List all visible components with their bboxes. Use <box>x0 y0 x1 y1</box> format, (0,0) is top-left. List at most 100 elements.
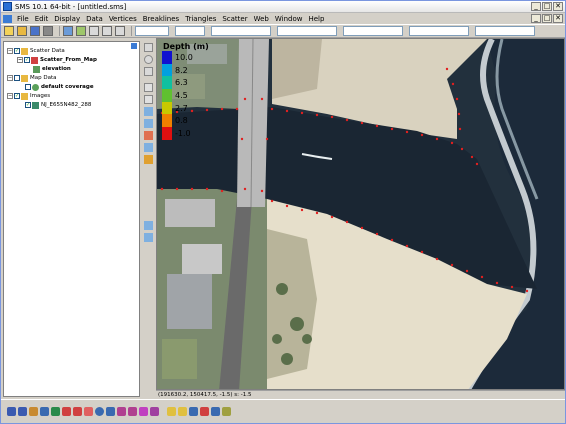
tools-icon[interactable] <box>189 407 198 416</box>
coordinate-readout: (191630.2, 150417.5, -1.5) s: -1.5 <box>158 392 252 398</box>
units-dropdown[interactable] <box>475 26 535 36</box>
pan-tool-icon[interactable] <box>144 67 153 76</box>
visibility-checkbox[interactable] <box>14 75 20 81</box>
zoom-tool-icon[interactable] <box>144 55 153 64</box>
refresh-icon[interactable] <box>115 26 125 36</box>
breakline-icon[interactable] <box>144 119 153 128</box>
display-options-icon[interactable] <box>102 26 112 36</box>
contour-icon[interactable] <box>144 131 153 140</box>
node-module-icon[interactable] <box>106 407 115 416</box>
zoom-icon[interactable] <box>76 26 86 36</box>
doc-close-button[interactable]: ✕ <box>553 14 563 23</box>
stop-icon[interactable] <box>200 407 209 416</box>
select-vertex-icon[interactable] <box>144 83 153 92</box>
transform-icon[interactable] <box>144 233 153 242</box>
tree-item-scatter-data[interactable]: − ✓ Scatter Data <box>7 47 65 55</box>
menu-web[interactable]: Web <box>251 15 272 23</box>
menu-breaklines[interactable]: Breaklines <box>140 15 182 23</box>
menu-triangles[interactable]: Triangles <box>182 15 219 23</box>
tree-item-elevation[interactable]: elevation <box>33 65 71 73</box>
menu-vertices[interactable]: Vertices <box>106 15 140 23</box>
mesh-module-icon[interactable] <box>7 407 16 416</box>
legend-swatch <box>162 127 172 140</box>
tree-item-nj-image[interactable]: ✓ NJ_E655N482_288 <box>25 101 91 109</box>
collapse-icon[interactable]: − <box>17 57 23 63</box>
save-icon[interactable] <box>30 26 40 36</box>
visibility-checkbox[interactable]: ✓ <box>14 48 20 54</box>
frame-icon[interactable] <box>89 26 99 36</box>
menu-window[interactable]: Window <box>272 15 306 23</box>
window-title: SMS 10.1 64-bit - [untitled.sms] <box>15 2 127 11</box>
collapse-icon[interactable]: − <box>7 93 13 99</box>
model-check-icon[interactable] <box>211 407 220 416</box>
timestep-dropdown[interactable] <box>277 26 337 36</box>
doc-restore-button[interactable]: □ <box>542 14 552 23</box>
select-tool-icon[interactable] <box>144 43 153 52</box>
grid-module-icon[interactable] <box>18 407 27 416</box>
select-triangle-icon[interactable] <box>144 107 153 116</box>
document-icon[interactable] <box>3 14 12 23</box>
tree-item-images[interactable]: − ✓ Images <box>7 92 50 100</box>
menu-edit[interactable]: Edit <box>32 15 52 23</box>
menu-display[interactable]: Display <box>51 15 83 23</box>
toolbar-separator <box>59 26 60 36</box>
tree-item-scatter-from-map[interactable]: − ✓ Scatter_From_Map <box>17 56 97 64</box>
scatter-module-icon[interactable] <box>29 407 38 416</box>
menu-help[interactable]: Help <box>305 15 327 23</box>
delete-icon[interactable] <box>43 26 53 36</box>
module-dropdown[interactable] <box>135 26 169 36</box>
minimize-button[interactable]: _ <box>531 2 541 11</box>
coverage-dropdown[interactable] <box>343 26 403 36</box>
quadtree-module-icon[interactable] <box>73 407 82 416</box>
close-button[interactable]: ✕ <box>553 2 563 11</box>
particle-module-icon[interactable] <box>51 407 60 416</box>
legend-label: 0.8 <box>175 116 188 126</box>
menu-bar: File Edit Display Data Vertices Breaklin… <box>1 13 565 24</box>
map-module-icon[interactable] <box>40 407 49 416</box>
shrub <box>302 334 312 344</box>
collapse-icon[interactable]: − <box>7 75 13 81</box>
model-dropdown[interactable] <box>175 26 205 36</box>
cell-module-icon[interactable] <box>117 407 126 416</box>
run-icon[interactable] <box>222 407 231 416</box>
pin-icon[interactable] <box>131 43 137 49</box>
sun-icon[interactable] <box>178 407 187 416</box>
menu-scatter[interactable]: Scatter <box>219 15 250 23</box>
swap-edge-icon[interactable] <box>144 155 153 164</box>
lidar-module-icon[interactable] <box>128 407 137 416</box>
visibility-checkbox[interactable]: ✓ <box>24 57 30 63</box>
raster-module-icon[interactable] <box>139 407 148 416</box>
shrub <box>290 317 304 331</box>
legend-swatch <box>162 114 172 128</box>
new-icon[interactable] <box>4 26 14 36</box>
menu-file[interactable]: File <box>14 15 32 23</box>
building <box>162 339 197 379</box>
maximize-button[interactable]: □ <box>542 2 552 11</box>
print-icon[interactable] <box>63 26 73 36</box>
tree-item-default-coverage[interactable]: default coverage <box>25 83 94 91</box>
cartesian-module-icon[interactable] <box>84 407 93 416</box>
open-icon[interactable] <box>17 26 27 36</box>
tree-item-map-data[interactable]: − Map Data <box>7 74 57 82</box>
doc-minimize-button[interactable]: _ <box>531 14 541 23</box>
visibility-checkbox[interactable] <box>25 84 31 90</box>
aerial-map <box>157 39 564 389</box>
collapse-icon[interactable]: − <box>7 48 13 54</box>
uglyone-module-icon[interactable] <box>150 407 159 416</box>
building <box>165 199 215 227</box>
create-vertex-icon[interactable] <box>144 95 153 104</box>
visibility-checkbox[interactable]: ✓ <box>14 93 20 99</box>
menu-data[interactable]: Data <box>83 15 106 23</box>
layer-dropdown[interactable] <box>409 26 469 36</box>
gis-module-icon[interactable] <box>62 407 71 416</box>
grid-frame-icon[interactable] <box>144 221 153 230</box>
triangle-icon[interactable] <box>144 143 153 152</box>
graphics-window[interactable]: Depth (m) 10.0 8.2 6.3 4.5 2.7 0.8 -1.0 <box>156 38 565 390</box>
dataset-dropdown[interactable] <box>211 26 271 36</box>
visibility-checkbox[interactable]: ✓ <box>25 102 31 108</box>
status-bar: (191630.2, 150417.5, -1.5) s: -1.5 <box>156 390 565 399</box>
depth-legend: Depth (m) 10.0 8.2 6.3 4.5 2.7 0.8 -1.0 <box>162 42 209 140</box>
title-bar[interactable]: SMS 10.1 64-bit - [untitled.sms] _ □ ✕ <box>1 1 565 13</box>
globe-icon[interactable] <box>95 407 104 416</box>
select-icon[interactable] <box>167 407 176 416</box>
